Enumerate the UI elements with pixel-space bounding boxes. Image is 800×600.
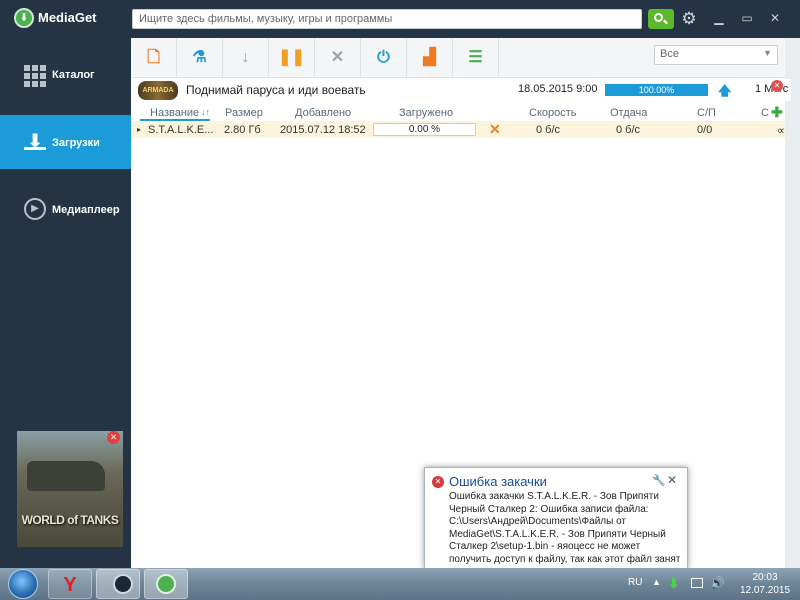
minimize-button[interactable]: ▁ xyxy=(708,8,730,28)
search-icon xyxy=(654,13,663,22)
sidebar-item-label: Загрузки xyxy=(52,137,100,149)
tray-download-icon[interactable]: ⬇ xyxy=(668,575,680,592)
sidebar-item-mediaplayer[interactable]: ▶ Медиаплеер xyxy=(0,182,131,236)
network-icon[interactable] xyxy=(691,578,703,588)
promo-title: Поднимай паруса и иди воевать xyxy=(186,83,366,97)
ad-banner[interactable]: WORLD of TANKS xyxy=(17,431,123,547)
game-logo-icon: ARMADA xyxy=(138,81,178,100)
notification-body: Ошибка закачки S.T.A.L.K.E.R. - Зов Прип… xyxy=(449,491,681,565)
mediaget-icon xyxy=(156,574,176,594)
row-extra: ∝ xyxy=(777,125,785,137)
start-button[interactable] xyxy=(8,569,38,599)
gear-icon[interactable]: ⚙ xyxy=(680,9,698,29)
clock-time[interactable]: 20:03 xyxy=(738,572,792,583)
add-file-icon[interactable]: 🗋 xyxy=(131,38,177,78)
right-edge xyxy=(785,38,800,568)
chart-icon[interactable]: ▟ xyxy=(407,38,453,78)
close-icon[interactable]: ✕ xyxy=(667,473,677,487)
row-size: 2.80 Гб xyxy=(224,124,261,136)
close-window-button[interactable]: ✕ xyxy=(764,8,786,28)
close-icon[interactable]: ✕ xyxy=(315,38,361,78)
column-header-name[interactable]: Название xyxy=(150,107,199,119)
grid-icon xyxy=(24,65,46,87)
column-header-speed[interactable]: Скорость xyxy=(529,107,577,119)
column-header-sp[interactable]: С/П xyxy=(697,107,716,119)
app-name: MediaGet xyxy=(38,10,97,25)
row-sp: 0/0 xyxy=(697,124,713,136)
promo-progress-text: 100.00% xyxy=(638,85,675,95)
download-icon: ⬇ xyxy=(24,131,46,151)
sidebar-item-label: Каталог xyxy=(52,69,95,81)
row-progress: 0.00 % xyxy=(373,123,476,136)
pause-icon[interactable]: ❚❚ xyxy=(269,38,315,78)
notification-title: Ошибка закачки xyxy=(449,474,547,489)
flask-icon[interactable]: ⚗ xyxy=(177,38,223,78)
taskbar-yandex[interactable]: Y xyxy=(48,569,92,599)
column-header-downloaded[interactable]: Загружено xyxy=(399,107,453,119)
add-icon[interactable]: ✚ xyxy=(771,104,783,121)
tank-image xyxy=(27,461,105,491)
yandex-icon: Y xyxy=(63,574,77,596)
maximize-button[interactable]: ▭ xyxy=(736,8,758,28)
steam-icon xyxy=(113,574,133,594)
arrow-down-icon[interactable]: ↓ xyxy=(223,38,269,78)
row-speed: 0 б/с xyxy=(536,124,561,136)
sidebar-item-label: Медиаплеер xyxy=(52,204,120,216)
ad-logo: WORLD of TANKS xyxy=(21,513,119,527)
chevron-down-icon: ▼ xyxy=(763,48,772,58)
volume-icon[interactable]: 🔊 xyxy=(710,576,725,590)
play-icon: ▶ xyxy=(24,198,46,220)
sort-icon[interactable]: ↓↑ xyxy=(201,107,210,117)
column-header-size[interactable]: Размер xyxy=(225,107,263,119)
tray-expand-icon[interactable]: ▲ xyxy=(652,577,661,587)
list-icon[interactable]: ☰ xyxy=(453,38,499,78)
column-header-upload[interactable]: Отдача xyxy=(610,107,647,119)
search-input[interactable] xyxy=(132,9,642,29)
promo-date: 18.05.2015 9:00 xyxy=(518,83,598,95)
expand-arrow-icon[interactable]: ▸ xyxy=(137,125,141,134)
error-icon: ✕ xyxy=(432,476,444,488)
row-added: 2015.07.12 18:52 xyxy=(280,124,366,136)
column-header-extra[interactable]: С xyxy=(761,107,769,119)
wrench-icon[interactable]: 🔧 xyxy=(652,474,666,487)
cancel-icon[interactable]: ✕ xyxy=(489,121,501,138)
row-name: S.T.A.L.K.E... xyxy=(148,124,214,136)
column-header-added[interactable]: Добавлено xyxy=(295,107,351,119)
arrow-up-icon: 🡅 xyxy=(718,83,732,98)
filter-value: Все xyxy=(660,48,679,60)
sidebar-item-downloads[interactable]: ⬇ Загрузки xyxy=(0,115,131,169)
ad-close-icon[interactable]: ✕ xyxy=(107,431,120,444)
language-indicator[interactable]: RU xyxy=(628,577,642,588)
row-upload: 0 б/с xyxy=(616,124,641,136)
close-icon[interactable]: ✕ xyxy=(771,80,783,92)
power-icon[interactable]: ⏻ xyxy=(361,38,407,78)
mediaget-logo-icon: ⬇ xyxy=(14,8,34,28)
sidebar-item-catalog[interactable]: Каталог xyxy=(0,48,131,102)
clock-date[interactable]: 12.07.2015 xyxy=(738,585,792,596)
